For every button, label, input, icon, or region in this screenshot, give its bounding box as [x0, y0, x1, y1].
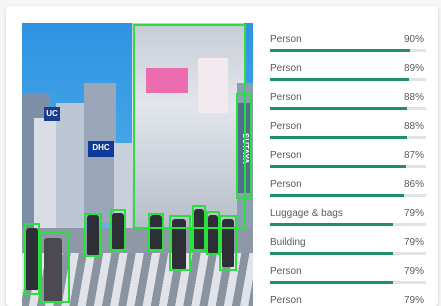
result-row[interactable]: Person 87%	[268, 139, 426, 168]
detection-box	[110, 209, 126, 251]
result-score: 79%	[403, 295, 424, 306]
result-label: Person	[270, 121, 302, 132]
result-row[interactable]: Building 79%	[268, 226, 426, 255]
result-score: 90%	[403, 34, 424, 45]
result-label: Person	[270, 92, 302, 103]
result-score: 88%	[403, 92, 424, 103]
result-label: Building	[270, 237, 306, 248]
result-score: 79%	[403, 266, 424, 277]
sign-uc: UC	[44, 107, 60, 121]
result-row[interactable]: Person 86%	[268, 168, 426, 197]
detection-box	[84, 213, 102, 257]
result-score: 88%	[403, 121, 424, 132]
result-label: Person	[270, 266, 302, 277]
result-label: Person	[270, 34, 302, 45]
detection-box	[236, 93, 252, 199]
analyzed-photo: UC DHC SUTAYA	[22, 23, 253, 306]
result-row[interactable]: Person 79%	[268, 284, 426, 306]
detection-box	[206, 211, 220, 255]
result-score: 89%	[403, 63, 424, 74]
result-score: 79%	[403, 237, 424, 248]
detection-box	[169, 215, 191, 271]
result-score: 79%	[403, 208, 424, 219]
detection-results-list: Person 90% Person 89% Person 88% Person …	[268, 23, 426, 306]
detection-box	[148, 213, 164, 251]
result-label: Person	[270, 295, 302, 306]
result-score: 86%	[403, 179, 424, 190]
detection-box	[133, 24, 246, 229]
result-label: Person	[270, 179, 302, 190]
detection-box	[192, 205, 206, 251]
detection-box	[219, 215, 237, 271]
sign-dhc: DHC	[88, 141, 114, 157]
detection-box	[40, 231, 70, 303]
result-score: 87%	[403, 150, 424, 161]
result-row[interactable]: Person 90%	[268, 23, 426, 52]
result-row[interactable]: Person 89%	[268, 52, 426, 81]
result-label: Person	[270, 63, 302, 74]
result-row[interactable]: Person 88%	[268, 110, 426, 139]
result-row[interactable]: Luggage & bags 79%	[268, 197, 426, 226]
result-row[interactable]: Person 88%	[268, 81, 426, 110]
detection-card: UC DHC SUTAYA Person 90% Person 89% Pers…	[6, 6, 438, 306]
result-label: Luggage & bags	[270, 208, 343, 219]
detection-box	[24, 223, 40, 295]
result-row[interactable]: Person 79%	[268, 255, 426, 284]
result-label: Person	[270, 150, 302, 161]
